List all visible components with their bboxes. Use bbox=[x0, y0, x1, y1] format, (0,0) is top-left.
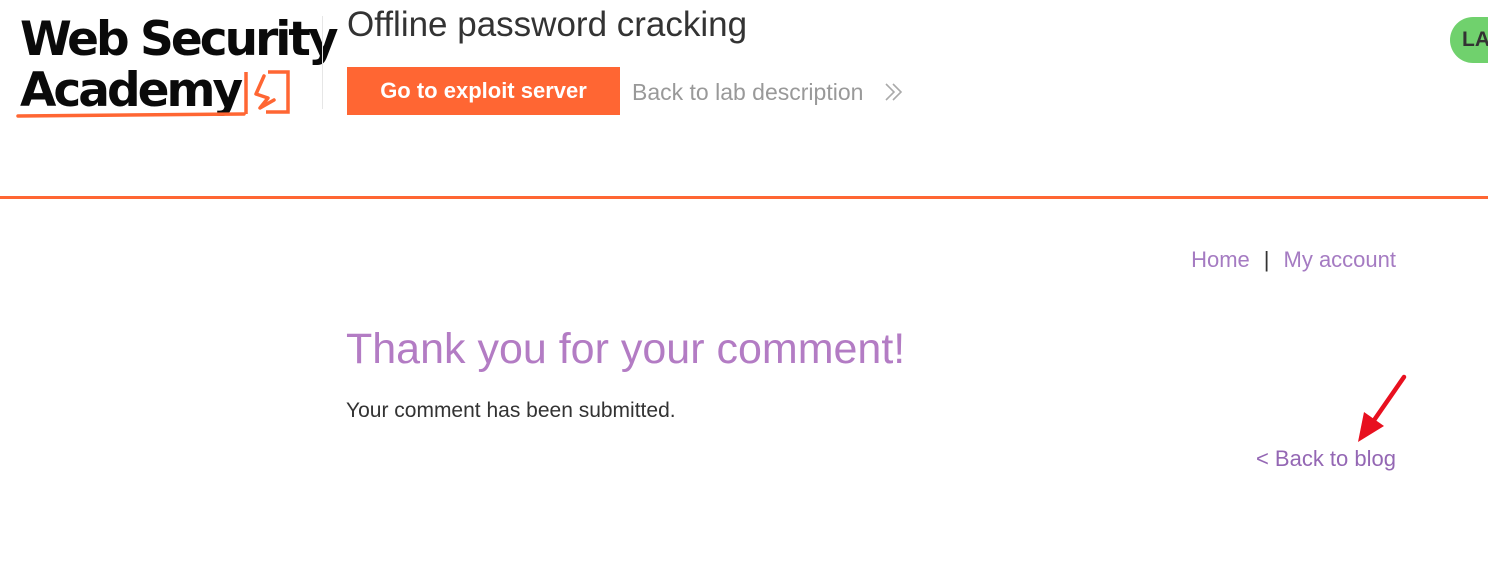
web-security-academy-logo[interactable]: Web Security Academy bbox=[16, 14, 338, 122]
header-divider bbox=[322, 16, 323, 109]
double-chevron-right-icon bbox=[885, 83, 903, 101]
nav-my-account-link[interactable]: My account bbox=[1284, 247, 1397, 272]
lab-title: Offline password cracking bbox=[347, 5, 748, 44]
top-nav: Home | My account bbox=[1191, 246, 1396, 274]
back-to-blog-link[interactable]: < Back to blog bbox=[1256, 445, 1396, 473]
page-header: Web Security Academy Offline password cr… bbox=[0, 0, 1488, 199]
page-heading: Thank you for your comment! bbox=[346, 325, 906, 373]
red-arrow-icon bbox=[1358, 374, 1407, 442]
logo-text-line2: Academy bbox=[20, 63, 243, 118]
go-to-exploit-server-button[interactable]: Go to exploit server bbox=[347, 67, 620, 115]
nav-separator: | bbox=[1263, 247, 1270, 272]
submission-message: Your comment has been submitted. bbox=[346, 399, 676, 422]
back-to-lab-description-link[interactable]: Back to lab description bbox=[632, 78, 863, 106]
logo-text-line1: Web Security bbox=[20, 12, 338, 67]
nav-home-link[interactable]: Home bbox=[1191, 247, 1250, 272]
lab-status-badge: LA bbox=[1450, 17, 1488, 63]
